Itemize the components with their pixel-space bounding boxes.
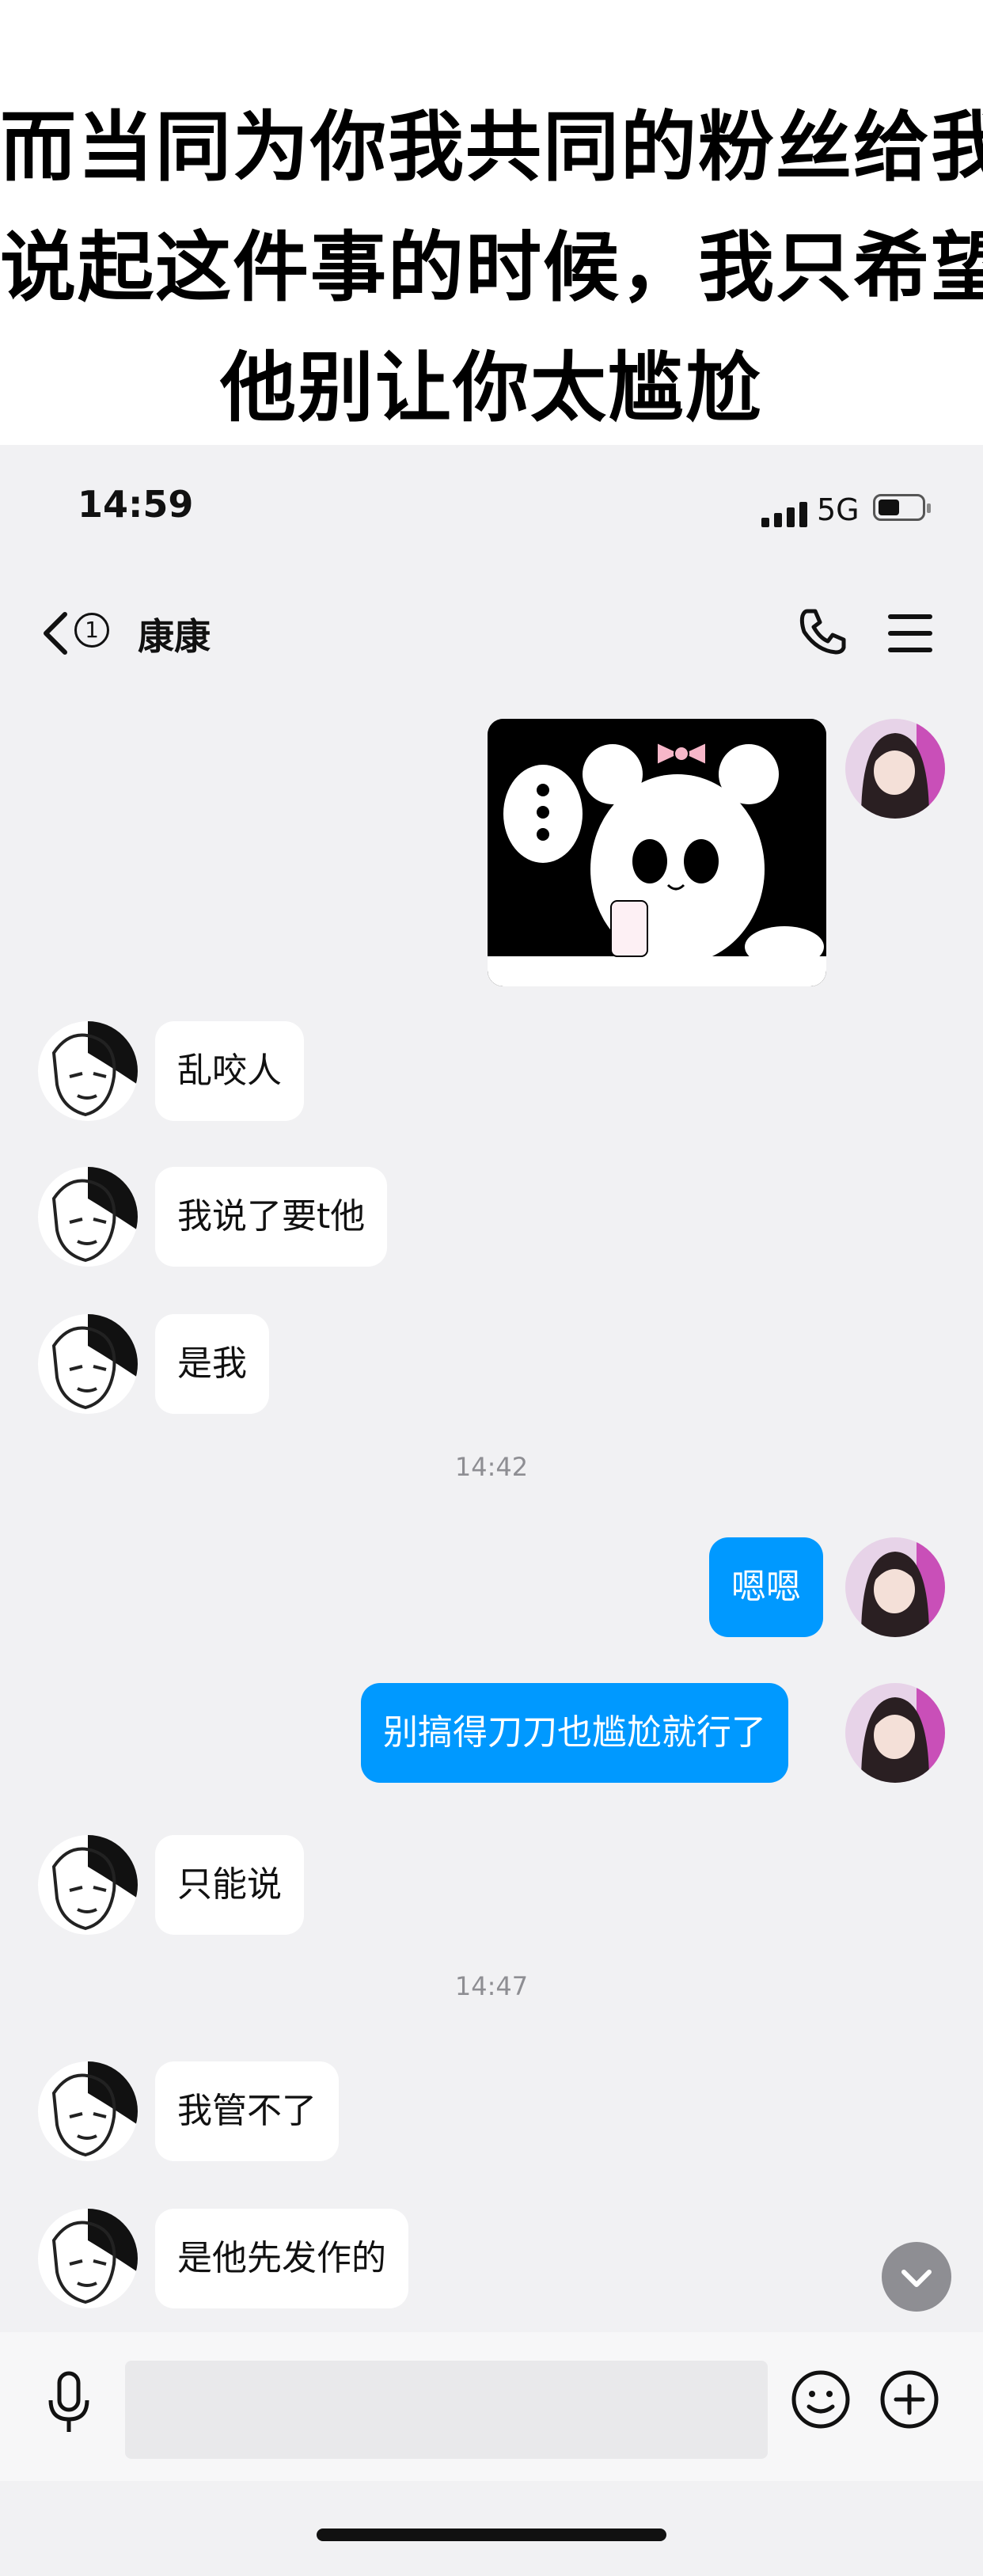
message-bubble[interactable]: 我管不了 (155, 2061, 339, 2161)
message-bubble[interactable]: 嗯嗯 (709, 1537, 823, 1637)
network-label: 5G (817, 492, 860, 527)
caption-line: 而当同为你我共同的粉丝给我 (0, 103, 983, 192)
timestamp: 14:47 (454, 1971, 529, 2001)
girl-portrait-icon (845, 1537, 945, 1637)
girl-portrait-icon (845, 1683, 945, 1783)
sketch-man-icon (38, 1835, 138, 1935)
phone-call-icon[interactable] (796, 605, 848, 657)
menu-icon[interactable] (888, 614, 932, 652)
chevron-down-icon (901, 2270, 932, 2287)
home-indicator[interactable] (317, 2529, 666, 2541)
contact-avatar[interactable] (38, 1835, 138, 1935)
sketch-man-icon (38, 1314, 138, 1414)
back-icon[interactable] (38, 608, 76, 659)
contact-avatar[interactable] (38, 2209, 138, 2308)
emoji-icon[interactable] (790, 2369, 852, 2430)
chat-screen: 14:59 5G 1 康康 乱咬人 我说了要t他 是我 14:42 嗯嗯 别搞得… (0, 445, 983, 2576)
sketch-man-icon (38, 1021, 138, 1121)
sticker-bear-girl-icon (488, 719, 826, 986)
message-bubble[interactable]: 乱咬人 (155, 1021, 304, 1121)
meme-caption: 而当同为你我共同的粉丝给我 说起这件事的时候，我只希望 他别让你太尴尬 (0, 87, 983, 448)
microphone-icon[interactable] (44, 2370, 93, 2435)
my-avatar[interactable] (845, 719, 945, 819)
contact-avatar[interactable] (38, 1021, 138, 1121)
timestamp: 14:42 (454, 1452, 529, 1482)
contact-name[interactable]: 康康 (138, 608, 211, 660)
my-avatar[interactable] (845, 1683, 945, 1783)
unread-count-badge[interactable]: 1 (74, 613, 109, 648)
message-bubble[interactable]: 是我 (155, 1314, 269, 1414)
contact-avatar[interactable] (38, 1167, 138, 1267)
battery-icon (873, 494, 931, 521)
chat-header: 1 康康 (0, 579, 983, 690)
contact-avatar[interactable] (38, 2061, 138, 2161)
message-bubble[interactable]: 只能说 (155, 1835, 304, 1935)
message-bubble[interactable]: 别搞得刀刀也尴尬就行了 (361, 1683, 788, 1783)
input-bar (0, 2332, 983, 2481)
status-bar: 14:59 5G (0, 445, 983, 579)
message-bubble[interactable]: 是他先发作的 (155, 2209, 408, 2308)
caption-line: 他别让你太尴尬 (220, 344, 763, 432)
message-list[interactable]: 乱咬人 我说了要t他 是我 14:42 嗯嗯 别搞得刀刀也尴尬就行了 只能说 1… (0, 690, 983, 2321)
add-icon[interactable] (879, 2369, 940, 2430)
caption-line: 说起这件事的时候，我只希望 (0, 223, 983, 312)
message-bubble[interactable]: 我说了要t他 (155, 1167, 388, 1267)
sketch-man-icon (38, 2061, 138, 2161)
scroll-to-bottom-button[interactable] (882, 2242, 951, 2312)
message-input[interactable] (125, 2361, 768, 2459)
sketch-man-icon (38, 2209, 138, 2308)
status-time: 14:59 (78, 483, 194, 526)
signal-icon (761, 502, 807, 527)
contact-avatar[interactable] (38, 1314, 138, 1414)
sketch-man-icon (38, 1167, 138, 1267)
my-avatar[interactable] (845, 1537, 945, 1637)
girl-portrait-icon (845, 719, 945, 819)
sticker-image[interactable] (488, 719, 826, 986)
